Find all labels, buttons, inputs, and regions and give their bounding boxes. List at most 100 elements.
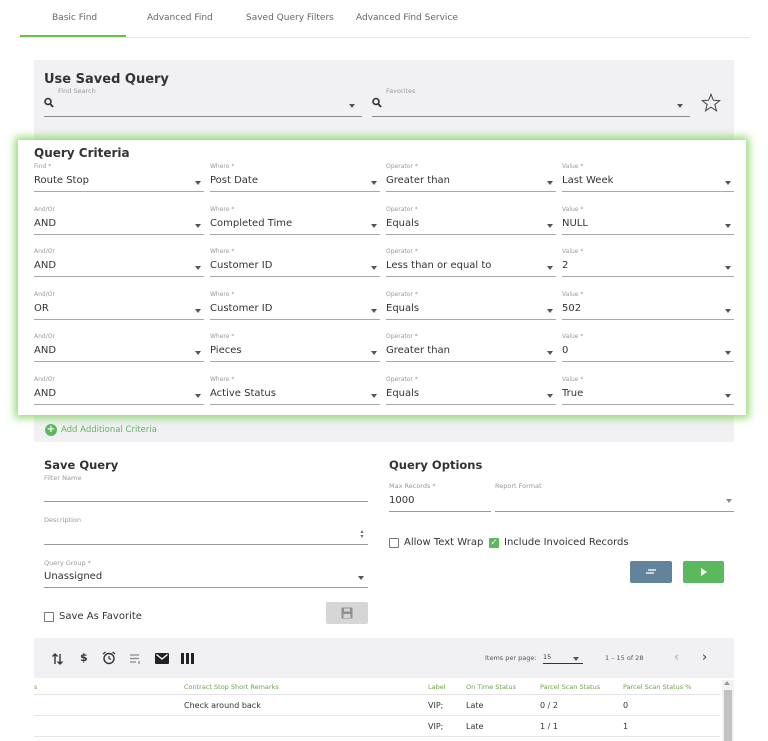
run-query-button[interactable] — [683, 561, 724, 583]
query-group-dropdown-icon[interactable] — [358, 576, 364, 580]
report-format-select[interactable] — [495, 495, 715, 509]
play-icon — [701, 568, 707, 576]
favorites-dropdown-icon[interactable] — [677, 104, 683, 108]
chevron-down-icon[interactable] — [725, 181, 731, 185]
find-search-underline — [44, 116, 362, 117]
column-header-remarks[interactable]: Contract Stop Short Remarks — [184, 683, 279, 691]
operator-select[interactable]: Equals — [386, 303, 419, 314]
chevron-down-icon[interactable] — [195, 351, 201, 356]
chevron-down-icon[interactable] — [371, 223, 377, 228]
report-format-dropdown-icon[interactable] — [726, 499, 732, 503]
where-underline — [210, 191, 380, 192]
add-criteria-button[interactable]: + Add Additional Criteria — [45, 424, 157, 436]
chevron-down-icon[interactable] — [725, 351, 731, 356]
allow-text-wrap-checkbox[interactable] — [389, 538, 399, 548]
chevron-down-icon[interactable] — [547, 223, 553, 228]
chevron-down-icon[interactable] — [371, 308, 377, 313]
list-icon[interactable] — [130, 653, 142, 665]
description-input[interactable] — [44, 529, 354, 543]
value-select[interactable]: 502 — [562, 303, 581, 314]
column-header-label[interactable]: Label — [428, 683, 446, 691]
value-select[interactable]: Last Week — [562, 175, 613, 186]
chevron-down-icon[interactable] — [195, 223, 201, 228]
cell-parcel-scan: 0 / 2 — [540, 701, 558, 710]
where-select[interactable]: Post Date — [210, 175, 258, 186]
chevron-down-icon[interactable] — [725, 266, 731, 271]
where-select[interactable]: Customer ID — [210, 260, 272, 271]
save-as-favorite-checkbox[interactable] — [44, 612, 54, 622]
report-format-underline — [495, 511, 734, 512]
report-button[interactable] — [630, 561, 672, 583]
chevron-down-icon[interactable] — [195, 394, 201, 398]
scrollbar-thumb[interactable] — [724, 690, 732, 741]
chevron-down-icon[interactable] — [725, 308, 731, 313]
query-group-select[interactable]: Unassigned — [44, 571, 102, 582]
where-select[interactable]: Active Status — [210, 388, 276, 399]
previous-page-icon[interactable]: ‹ — [674, 650, 679, 665]
value-select[interactable]: 2 — [562, 260, 568, 271]
columns-icon[interactable] — [181, 653, 194, 664]
tab-basic-find[interactable]: Basic Find — [52, 13, 97, 23]
column-header-on-time[interactable]: On Time Status — [466, 683, 516, 691]
find-select[interactable]: Route Stop — [34, 175, 89, 186]
and-or-select[interactable]: AND — [34, 388, 56, 399]
max-records-input[interactable]: 1000 — [389, 495, 414, 506]
operator-select[interactable]: Greater than — [386, 175, 450, 186]
dollar-icon[interactable]: $ — [80, 651, 88, 664]
operator-label: Operator * — [386, 248, 418, 256]
chevron-down-icon[interactable] — [195, 266, 201, 271]
column-header-stop[interactable]: s — [34, 683, 37, 691]
tab-advanced-find-service[interactable]: Advanced Find Service — [356, 13, 458, 23]
operator-select[interactable]: Equals — [386, 388, 419, 399]
find-search-dropdown-icon[interactable] — [349, 104, 355, 108]
operator-select[interactable]: Greater than — [386, 345, 450, 356]
items-per-page-select[interactable]: 15 — [543, 653, 583, 664]
mail-icon[interactable] — [155, 653, 169, 664]
favorites-input[interactable] — [386, 98, 676, 112]
description-spinner-icon[interactable]: ▴ ▾ — [358, 529, 366, 541]
chevron-down-icon[interactable] — [371, 266, 377, 271]
operator-select[interactable]: Equals — [386, 218, 419, 229]
next-page-icon[interactable]: › — [702, 650, 707, 665]
find-search-input[interactable] — [58, 98, 348, 112]
and-or-select[interactable]: AND — [34, 218, 56, 229]
column-header-parcel-pct[interactable]: Parcel Scan Status % — [623, 683, 691, 691]
cell-on-time: Late — [466, 701, 484, 710]
save-query-button[interactable] — [326, 602, 368, 624]
cell-parcel-pct: 0 — [623, 701, 629, 710]
chevron-down-icon[interactable] — [371, 394, 377, 398]
chevron-down-icon[interactable] — [547, 394, 553, 398]
chevron-down-icon[interactable] — [725, 394, 731, 398]
chevron-down-icon[interactable] — [371, 181, 377, 185]
and-or-select[interactable]: AND — [34, 345, 56, 356]
operator-select[interactable]: Less than or equal to — [386, 260, 491, 271]
scroll-up-icon[interactable] — [724, 681, 730, 685]
star-icon[interactable] — [700, 92, 722, 114]
chevron-down-icon[interactable] — [195, 181, 201, 185]
operator-label: Operator * — [386, 376, 418, 383]
chevron-down-icon[interactable] — [371, 351, 377, 356]
value-select[interactable]: True — [562, 388, 583, 399]
filter-name-input[interactable] — [44, 486, 364, 500]
sort-icon[interactable] — [52, 652, 63, 666]
chevron-down-icon[interactable] — [195, 308, 201, 313]
tab-advanced-find[interactable]: Advanced Find — [147, 13, 213, 23]
value-select[interactable]: NULL — [562, 218, 588, 229]
chevron-down-icon[interactable] — [547, 308, 553, 313]
value-underline — [562, 361, 734, 363]
alarm-clock-icon[interactable] — [102, 651, 116, 665]
tab-saved-query-filters[interactable]: Saved Query Filters — [246, 13, 334, 23]
where-select[interactable]: Completed Time — [210, 218, 292, 229]
and-or-select[interactable]: AND — [34, 260, 56, 271]
and-or-select[interactable]: OR — [34, 303, 49, 314]
chevron-down-icon[interactable] — [547, 351, 553, 356]
where-select[interactable]: Pieces — [210, 345, 242, 356]
where-select[interactable]: Customer ID — [210, 303, 272, 314]
chevron-down-icon[interactable] — [547, 266, 553, 271]
chevron-down-icon[interactable] — [725, 223, 731, 228]
column-header-parcel-scan[interactable]: Parcel Scan Status — [540, 683, 600, 691]
include-invoiced-checkbox[interactable]: ✓ — [489, 538, 499, 548]
where-underline — [210, 276, 380, 278]
value-select[interactable]: 0 — [562, 345, 568, 356]
chevron-down-icon[interactable] — [547, 181, 553, 185]
